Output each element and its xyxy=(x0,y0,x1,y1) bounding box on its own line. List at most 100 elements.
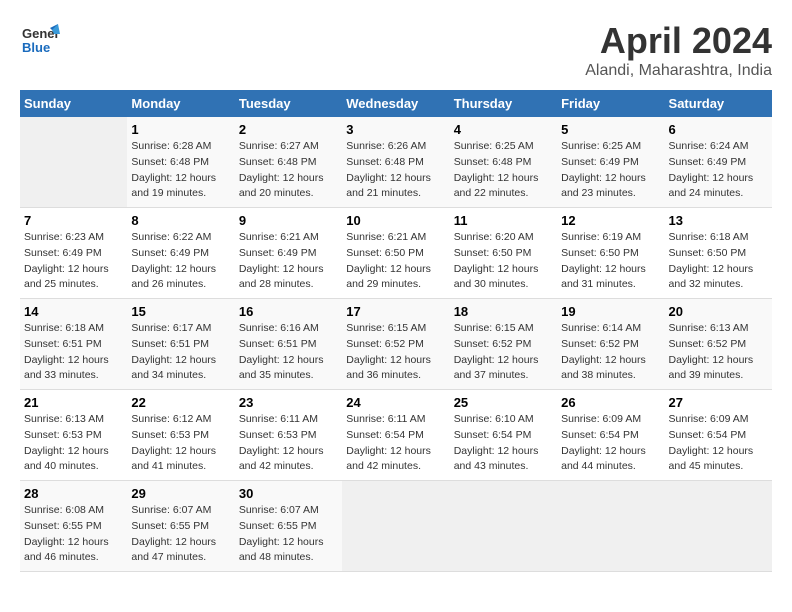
day-info: Sunrise: 6:23 AMSunset: 6:49 PMDaylight:… xyxy=(24,230,123,293)
day-cell: 19 Sunrise: 6:14 AMSunset: 6:52 PMDayligh… xyxy=(557,299,664,390)
day-number: 24 xyxy=(346,395,445,410)
day-number: 23 xyxy=(239,395,338,410)
day-number: 26 xyxy=(561,395,660,410)
day-info: Sunrise: 6:20 AMSunset: 6:50 PMDaylight:… xyxy=(454,230,553,293)
day-info: Sunrise: 6:13 AMSunset: 6:52 PMDaylight:… xyxy=(669,321,768,384)
day-info: Sunrise: 6:19 AMSunset: 6:50 PMDaylight:… xyxy=(561,230,660,293)
title-block: April 2024 Alandi, Maharashtra, India xyxy=(585,20,772,80)
day-cell: 21Sunrise: 6:13 AMSunset: 6:53 PMDayligh… xyxy=(20,390,127,481)
logo: General Blue xyxy=(20,20,60,60)
day-cell: 27 Sunrise: 6:09 AMSunset: 6:54 PMDayligh… xyxy=(665,390,772,481)
day-cell xyxy=(557,481,664,572)
day-info: Sunrise: 6:15 AMSunset: 6:52 PMDaylight:… xyxy=(454,321,553,384)
day-info: Sunrise: 6:07 AMSunset: 6:55 PMDaylight:… xyxy=(239,503,338,566)
location-title: Alandi, Maharashtra, India xyxy=(585,62,772,80)
day-cell: 8 Sunrise: 6:22 AMSunset: 6:49 PMDaylight… xyxy=(127,208,234,299)
day-number: 20 xyxy=(669,304,768,319)
logo-icon: General Blue xyxy=(20,20,60,60)
day-cell xyxy=(20,117,127,208)
day-info: Sunrise: 6:10 AMSunset: 6:54 PMDaylight:… xyxy=(454,412,553,475)
day-cell: 11 Sunrise: 6:20 AMSunset: 6:50 PMDayligh… xyxy=(450,208,557,299)
week-row-2: 7Sunrise: 6:23 AMSunset: 6:49 PMDaylight… xyxy=(20,208,772,299)
day-number: 9 xyxy=(239,213,338,228)
week-row-5: 28 Sunrise: 6:08 AMSunset: 6:55 PMDayligh… xyxy=(20,481,772,572)
day-cell: 6Sunrise: 6:24 AMSunset: 6:49 PMDaylight… xyxy=(665,117,772,208)
day-info: Sunrise: 6:28 AMSunset: 6:48 PMDaylight:… xyxy=(131,139,230,202)
day-number: 14 xyxy=(24,304,123,319)
day-cell: 10Sunrise: 6:21 AMSunset: 6:50 PMDayligh… xyxy=(342,208,449,299)
day-cell: 13 Sunrise: 6:18 AMSunset: 6:50 PMDayligh… xyxy=(665,208,772,299)
column-header-friday: Friday xyxy=(557,90,664,117)
day-cell: 29 Sunrise: 6:07 AMSunset: 6:55 PMDayligh… xyxy=(127,481,234,572)
month-title: April 2024 xyxy=(585,20,772,62)
day-number: 17 xyxy=(346,304,445,319)
page-header: General Blue April 2024 Alandi, Maharash… xyxy=(20,20,772,80)
day-cell: 12 Sunrise: 6:19 AMSunset: 6:50 PMDayligh… xyxy=(557,208,664,299)
day-info: Sunrise: 6:07 AMSunset: 6:55 PMDaylight:… xyxy=(131,503,230,566)
day-cell: 14 Sunrise: 6:18 AMSunset: 6:51 PMDayligh… xyxy=(20,299,127,390)
day-number: 13 xyxy=(669,213,768,228)
day-info: Sunrise: 6:12 AMSunset: 6:53 PMDaylight:… xyxy=(131,412,230,475)
week-row-3: 14 Sunrise: 6:18 AMSunset: 6:51 PMDayligh… xyxy=(20,299,772,390)
day-cell: 2 Sunrise: 6:27 AMSunset: 6:48 PMDaylight… xyxy=(235,117,342,208)
day-number: 19 xyxy=(561,304,660,319)
day-number: 3 xyxy=(346,122,445,137)
day-cell: 26Sunrise: 6:09 AMSunset: 6:54 PMDayligh… xyxy=(557,390,664,481)
day-number: 11 xyxy=(454,213,553,228)
day-info: Sunrise: 6:14 AMSunset: 6:52 PMDaylight:… xyxy=(561,321,660,384)
day-info: Sunrise: 6:22 AMSunset: 6:49 PMDaylight:… xyxy=(131,230,230,293)
day-cell: 1Sunrise: 6:28 AMSunset: 6:48 PMDaylight… xyxy=(127,117,234,208)
day-info: Sunrise: 6:09 AMSunset: 6:54 PMDaylight:… xyxy=(669,412,768,475)
day-number: 22 xyxy=(131,395,230,410)
day-number: 28 xyxy=(24,486,123,501)
day-number: 27 xyxy=(669,395,768,410)
day-info: Sunrise: 6:18 AMSunset: 6:51 PMDaylight:… xyxy=(24,321,123,384)
day-cell: 16 Sunrise: 6:16 AMSunset: 6:51 PMDayligh… xyxy=(235,299,342,390)
day-cell: 3 Sunrise: 6:26 AMSunset: 6:48 PMDaylight… xyxy=(342,117,449,208)
day-number: 2 xyxy=(239,122,338,137)
day-cell xyxy=(665,481,772,572)
day-info: Sunrise: 6:25 AMSunset: 6:48 PMDaylight:… xyxy=(454,139,553,202)
day-number: 30 xyxy=(239,486,338,501)
day-cell: 25 Sunrise: 6:10 AMSunset: 6:54 PMDayligh… xyxy=(450,390,557,481)
day-number: 15 xyxy=(131,304,230,319)
day-info: Sunrise: 6:15 AMSunset: 6:52 PMDaylight:… xyxy=(346,321,445,384)
column-header-tuesday: Tuesday xyxy=(235,90,342,117)
column-header-saturday: Saturday xyxy=(665,90,772,117)
day-number: 6 xyxy=(669,122,768,137)
day-cell: 28 Sunrise: 6:08 AMSunset: 6:55 PMDayligh… xyxy=(20,481,127,572)
day-number: 18 xyxy=(454,304,553,319)
day-info: Sunrise: 6:26 AMSunset: 6:48 PMDaylight:… xyxy=(346,139,445,202)
day-info: Sunrise: 6:27 AMSunset: 6:48 PMDaylight:… xyxy=(239,139,338,202)
calendar-table: SundayMondayTuesdayWednesdayThursdayFrid… xyxy=(20,90,772,572)
day-number: 10 xyxy=(346,213,445,228)
day-number: 5 xyxy=(561,122,660,137)
week-row-4: 21Sunrise: 6:13 AMSunset: 6:53 PMDayligh… xyxy=(20,390,772,481)
day-info: Sunrise: 6:11 AMSunset: 6:53 PMDaylight:… xyxy=(239,412,338,475)
day-cell: 9Sunrise: 6:21 AMSunset: 6:49 PMDaylight… xyxy=(235,208,342,299)
day-cell: 7Sunrise: 6:23 AMSunset: 6:49 PMDaylight… xyxy=(20,208,127,299)
day-info: Sunrise: 6:11 AMSunset: 6:54 PMDaylight:… xyxy=(346,412,445,475)
day-cell: 24 Sunrise: 6:11 AMSunset: 6:54 PMDayligh… xyxy=(342,390,449,481)
day-number: 21 xyxy=(24,395,123,410)
day-number: 12 xyxy=(561,213,660,228)
day-cell: 5 Sunrise: 6:25 AMSunset: 6:49 PMDaylight… xyxy=(557,117,664,208)
day-info: Sunrise: 6:16 AMSunset: 6:51 PMDaylight:… xyxy=(239,321,338,384)
day-cell: 4 Sunrise: 6:25 AMSunset: 6:48 PMDaylight… xyxy=(450,117,557,208)
day-cell: 15 Sunrise: 6:17 AMSunset: 6:51 PMDayligh… xyxy=(127,299,234,390)
day-cell: 22 Sunrise: 6:12 AMSunset: 6:53 PMDayligh… xyxy=(127,390,234,481)
day-info: Sunrise: 6:18 AMSunset: 6:50 PMDaylight:… xyxy=(669,230,768,293)
day-cell: 30 Sunrise: 6:07 AMSunset: 6:55 PMDayligh… xyxy=(235,481,342,572)
day-number: 25 xyxy=(454,395,553,410)
day-number: 8 xyxy=(131,213,230,228)
day-info: Sunrise: 6:25 AMSunset: 6:49 PMDaylight:… xyxy=(561,139,660,202)
day-number: 4 xyxy=(454,122,553,137)
day-cell: 20 Sunrise: 6:13 AMSunset: 6:52 PMDayligh… xyxy=(665,299,772,390)
day-number: 29 xyxy=(131,486,230,501)
day-info: Sunrise: 6:08 AMSunset: 6:55 PMDaylight:… xyxy=(24,503,123,566)
svg-text:Blue: Blue xyxy=(22,40,50,55)
day-number: 16 xyxy=(239,304,338,319)
day-info: Sunrise: 6:17 AMSunset: 6:51 PMDaylight:… xyxy=(131,321,230,384)
column-header-monday: Monday xyxy=(127,90,234,117)
column-header-sunday: Sunday xyxy=(20,90,127,117)
